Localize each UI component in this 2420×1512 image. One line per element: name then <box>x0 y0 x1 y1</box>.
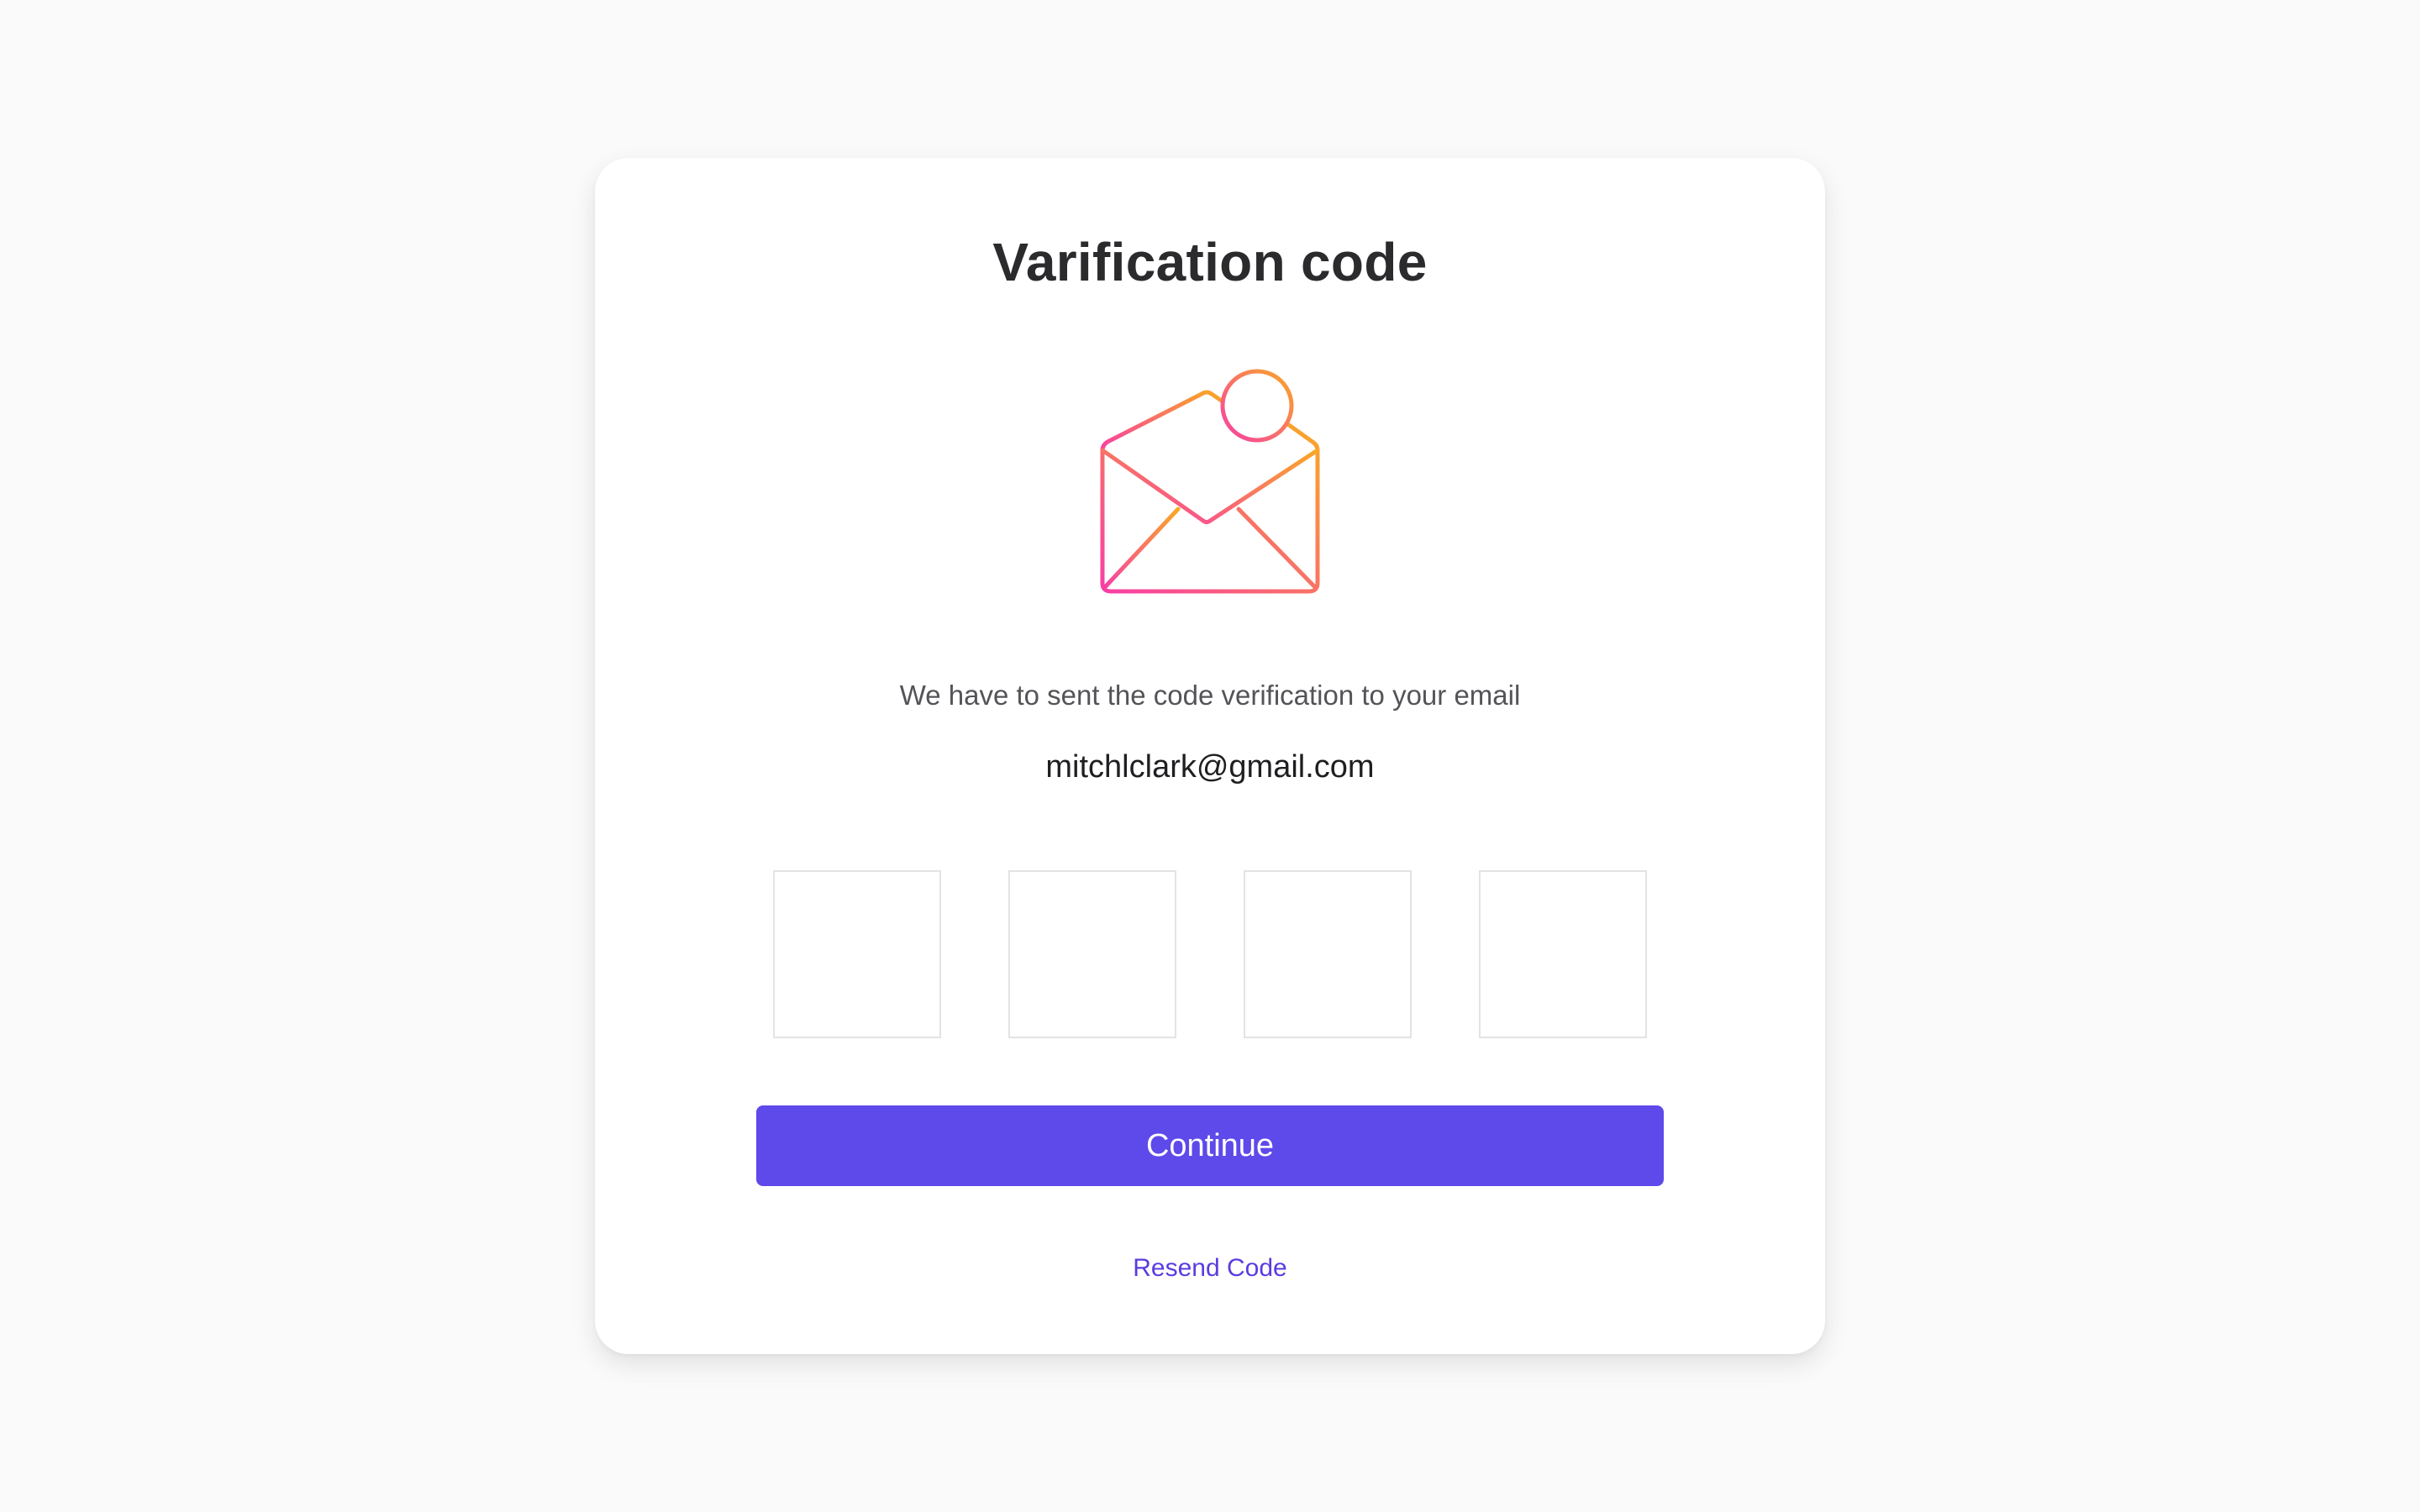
page-title: Varification code <box>992 232 1428 292</box>
resend-code-link[interactable]: Resend Code <box>595 1252 1825 1285</box>
continue-button[interactable]: Continue <box>756 1105 1664 1186</box>
user-email: mitchlclark@gmail.com <box>1045 749 1375 785</box>
verification-message: We have to sent the code verification to… <box>899 680 1521 711</box>
code-digit-2-input[interactable] <box>1008 870 1176 1038</box>
mail-open-icon <box>1096 368 1324 596</box>
verification-card: Varification code We have to sent the co… <box>595 158 1825 1354</box>
code-digit-1-input[interactable] <box>773 870 941 1038</box>
code-input-group <box>773 870 1647 1038</box>
code-digit-4-input[interactable] <box>1479 870 1647 1038</box>
code-digit-3-input[interactable] <box>1244 870 1412 1038</box>
